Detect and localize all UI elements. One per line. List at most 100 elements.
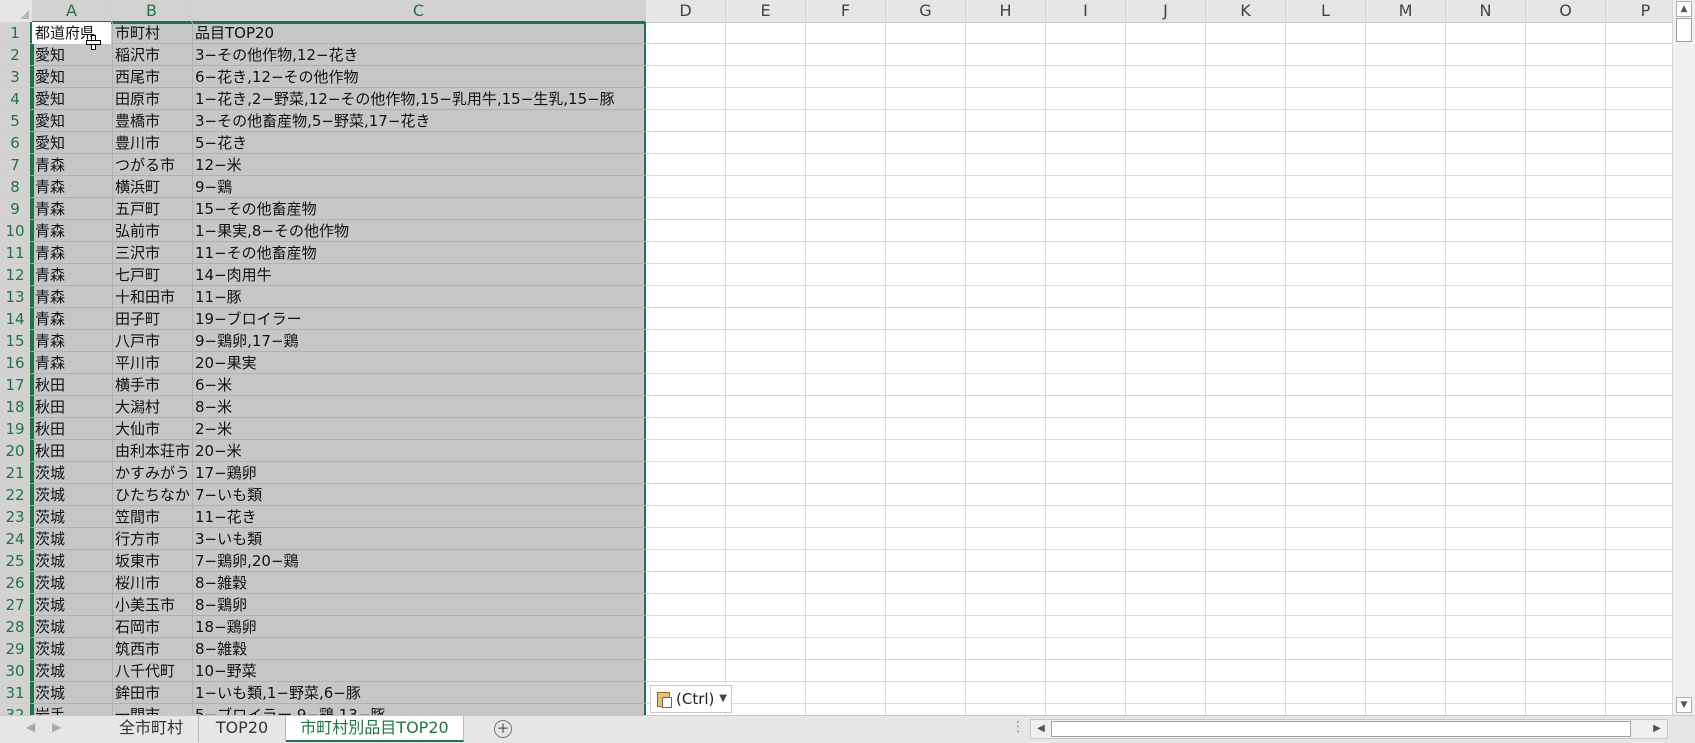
cell-prefecture[interactable]: 青森 bbox=[32, 352, 111, 374]
column-header-d[interactable]: D bbox=[646, 0, 726, 22]
cell-items[interactable]: 5−ブロイラー,9−鶏,13−豚 bbox=[192, 704, 646, 715]
column-header-n[interactable]: N bbox=[1446, 0, 1526, 22]
column-header-j[interactable]: J bbox=[1126, 0, 1206, 22]
cell-prefecture[interactable]: 茨城 bbox=[32, 682, 111, 704]
cell-municipality[interactable]: 一関市 bbox=[112, 704, 191, 715]
cell-items[interactable]: 8−鶏卵 bbox=[192, 594, 646, 616]
cell-items[interactable]: 11−豚 bbox=[192, 286, 646, 308]
row-header[interactable]: 19 bbox=[0, 418, 32, 440]
cell-municipality[interactable]: 大仙市 bbox=[112, 418, 191, 440]
cell-items[interactable]: 11−花き bbox=[192, 506, 646, 528]
row-header[interactable]: 18 bbox=[0, 396, 32, 418]
cell-prefecture[interactable]: 茨城 bbox=[32, 550, 111, 572]
cell-municipality[interactable]: 西尾市 bbox=[112, 66, 191, 88]
cell-municipality[interactable]: 行方市 bbox=[112, 528, 191, 550]
row-header[interactable]: 8 bbox=[0, 176, 32, 198]
cell-municipality[interactable]: 横手市 bbox=[112, 374, 191, 396]
cell-items[interactable]: 8−米 bbox=[192, 396, 646, 418]
cell-municipality[interactable]: ひたちなか市 bbox=[112, 484, 191, 506]
sheet-tab-1[interactable]: 全市町村 bbox=[104, 716, 199, 742]
column-header-o[interactable]: O bbox=[1526, 0, 1606, 22]
row-header[interactable]: 17 bbox=[0, 374, 32, 396]
cell-municipality[interactable]: 豊橋市 bbox=[112, 110, 191, 132]
cell-items[interactable]: 9−鶏卵,17−鶏 bbox=[192, 330, 646, 352]
scroll-right-icon[interactable]: ▶ bbox=[1649, 721, 1665, 737]
horizontal-scrollbar[interactable]: ◀ ▶ bbox=[1030, 719, 1668, 739]
cell-prefecture[interactable]: 茨城 bbox=[32, 638, 111, 660]
row-header[interactable]: 31 bbox=[0, 682, 32, 704]
column-header-e[interactable]: E bbox=[726, 0, 806, 22]
column-header-g[interactable]: G bbox=[886, 0, 966, 22]
cell-prefecture[interactable]: 茨城 bbox=[32, 594, 111, 616]
cell-prefecture[interactable]: 茨城 bbox=[32, 660, 111, 682]
cell-items[interactable]: 5−花き bbox=[192, 132, 646, 154]
cell-prefecture[interactable]: 青森 bbox=[32, 286, 111, 308]
row-header[interactable]: 11 bbox=[0, 242, 32, 264]
column-header-b[interactable]: B bbox=[112, 0, 192, 23]
cell-municipality[interactable]: 七戸町 bbox=[112, 264, 191, 286]
spreadsheet-grid[interactable]: ABCDEFGHIJKLMNOP 1 2 3 4 5 6 7 8 9 10 11 12 13 14 15 16… bbox=[0, 0, 1695, 715]
row-header[interactable]: 25 bbox=[0, 550, 32, 572]
cell-items[interactable]: 20−果実 bbox=[192, 352, 646, 374]
cell-items[interactable]: 品目TOP20 bbox=[192, 22, 646, 44]
row-header[interactable]: 4 bbox=[0, 88, 32, 110]
cell-items[interactable]: 6−花き,12−その他作物 bbox=[192, 66, 646, 88]
cell-items[interactable]: 12−米 bbox=[192, 154, 646, 176]
cell-items[interactable]: 19−ブロイラー bbox=[192, 308, 646, 330]
row-header[interactable]: 28 bbox=[0, 616, 32, 638]
cell-prefecture[interactable]: 青森 bbox=[32, 330, 111, 352]
cell-prefecture[interactable]: 秋田 bbox=[32, 440, 111, 462]
cell-prefecture[interactable]: 秋田 bbox=[32, 396, 111, 418]
cell-municipality[interactable]: 筑西市 bbox=[112, 638, 191, 660]
row-header[interactable]: 32 bbox=[0, 704, 32, 715]
row-header[interactable]: 30 bbox=[0, 660, 32, 682]
row-header[interactable]: 26 bbox=[0, 572, 32, 594]
row-header[interactable]: 5 bbox=[0, 110, 32, 132]
scroll-left-icon[interactable]: ◀ bbox=[1033, 721, 1049, 737]
cell-prefecture[interactable]: 青森 bbox=[32, 220, 111, 242]
row-header[interactable]: 2 bbox=[0, 44, 32, 66]
cell-municipality[interactable]: 桜川市 bbox=[112, 572, 191, 594]
cell-prefecture[interactable]: 愛知 bbox=[32, 66, 111, 88]
cell-items[interactable]: 8−雑穀 bbox=[192, 572, 646, 594]
cell-items[interactable]: 1−果実,8−その他作物 bbox=[192, 220, 646, 242]
column-header-k[interactable]: K bbox=[1206, 0, 1286, 22]
cell-items[interactable]: 8−雑穀 bbox=[192, 638, 646, 660]
row-header[interactable]: 3 bbox=[0, 66, 32, 88]
column-header-a[interactable]: A bbox=[32, 0, 112, 23]
cell-prefecture[interactable]: 青森 bbox=[32, 242, 111, 264]
row-header[interactable]: 21 bbox=[0, 462, 32, 484]
row-header[interactable]: 16 bbox=[0, 352, 32, 374]
cell-municipality[interactable]: 横浜町 bbox=[112, 176, 191, 198]
cell-items[interactable]: 14−肉用牛 bbox=[192, 264, 646, 286]
row-header[interactable]: 10 bbox=[0, 220, 32, 242]
select-all-corner[interactable] bbox=[0, 0, 33, 22]
row-header[interactable]: 14 bbox=[0, 308, 32, 330]
cell-municipality[interactable]: 由利本荘市 bbox=[112, 440, 191, 462]
cell-prefecture[interactable]: 茨城 bbox=[32, 484, 111, 506]
column-header-m[interactable]: M bbox=[1366, 0, 1446, 22]
cell-municipality[interactable]: 弘前市 bbox=[112, 220, 191, 242]
sheet-tab-2[interactable]: TOP20 bbox=[199, 716, 286, 742]
cell-items[interactable]: 7−いも類 bbox=[192, 484, 646, 506]
row-header[interactable]: 7 bbox=[0, 154, 32, 176]
cell-items[interactable]: 10−野菜 bbox=[192, 660, 646, 682]
row-header[interactable]: 15 bbox=[0, 330, 32, 352]
cell-municipality[interactable]: 八千代町 bbox=[112, 660, 191, 682]
cell-municipality[interactable]: 石岡市 bbox=[112, 616, 191, 638]
sheet-tab-3[interactable]: 市町村別品目TOP20 bbox=[286, 716, 464, 742]
column-header-c[interactable]: C bbox=[192, 0, 646, 23]
cell-prefecture[interactable]: 茨城 bbox=[32, 572, 111, 594]
vertical-scrollbar[interactable]: ▲ ▼ bbox=[1672, 0, 1695, 715]
tab-scroll-left-icon[interactable]: ◀ bbox=[26, 720, 35, 734]
cell-prefecture[interactable]: 愛知 bbox=[32, 88, 111, 110]
cell-prefecture[interactable]: 茨城 bbox=[32, 462, 111, 484]
row-header[interactable]: 27 bbox=[0, 594, 32, 616]
cell-items[interactable]: 1−花き,2−野菜,12−その他作物,15−乳用牛,15−生乳,15−豚 bbox=[192, 88, 646, 110]
cell-municipality[interactable]: 八戸市 bbox=[112, 330, 191, 352]
cell-prefecture[interactable]: 愛知 bbox=[32, 132, 111, 154]
cell-municipality[interactable]: 十和田市 bbox=[112, 286, 191, 308]
cell-items[interactable]: 6−米 bbox=[192, 374, 646, 396]
cell-items[interactable]: 3−その他作物,12−花き bbox=[192, 44, 646, 66]
cell-municipality[interactable]: 鉾田市 bbox=[112, 682, 191, 704]
